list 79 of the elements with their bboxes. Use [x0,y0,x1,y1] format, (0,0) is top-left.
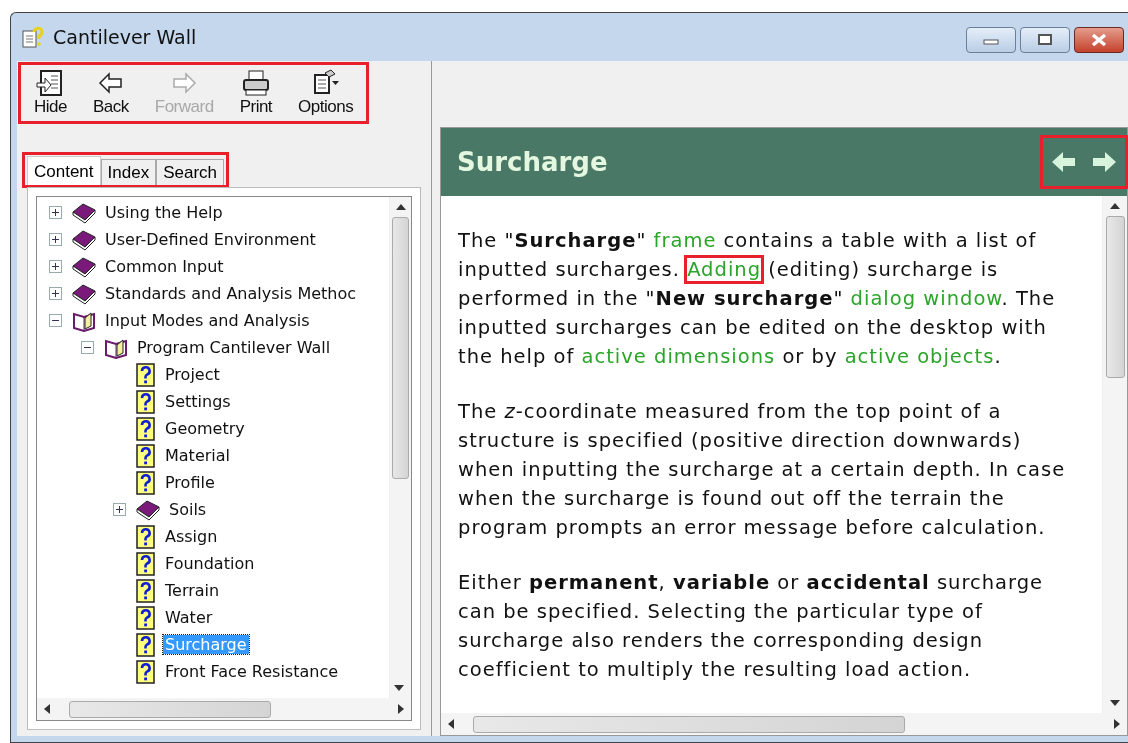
help-page-icon [135,470,157,495]
tree-item[interactable]: Input Modes and Analysis [103,311,312,330]
help-page-icon [135,578,157,603]
print-button[interactable]: Print [230,67,282,119]
scroll-thumb[interactable] [1105,216,1125,378]
vertical-scrollbar[interactable] [389,197,411,698]
help-page-icon [135,551,157,576]
back-button[interactable]: Back [83,67,138,119]
window-title: Cantilever Wall [53,26,197,48]
paragraph: The z-coordinate measured from the top point of a structure is specified (positive direction downwards) when inputting the surcharge at a certain depth. In case when the surcharge is found out off the terrain the program prompts an error message before calculation. [458,399,1067,541]
tree-item[interactable]: Water [163,608,215,627]
maximize-icon [1036,34,1054,46]
paragraph: The "Surcharge" frame contains a table with a list of inputted surcharges. Adding (editing) surcharge is performed in the "New surcharge" dialog window. The inputted surcharges can be edited on the desktop with the help of active dimensions or by active objects. [458,228,1057,370]
expand-icon[interactable] [113,503,126,516]
scroll-down-icon[interactable] [1110,700,1120,706]
tree-item[interactable]: Foundation [163,554,257,573]
tree-item[interactable]: User-Defined Environment [103,230,318,249]
scroll-thumb[interactable] [473,715,905,733]
options-button[interactable]: Options [289,67,363,119]
closed-book-icon [135,498,161,521]
tree-item[interactable]: Geometry [163,419,247,438]
help-page-icon [135,389,157,414]
help-page-icon [135,416,157,441]
tree-item[interactable]: Program Cantilever Wall [135,338,333,357]
tree-item[interactable]: Assign [163,527,220,546]
open-book-icon [71,309,97,332]
help-page-icon [135,524,157,549]
tab[interactable]: Content [27,156,101,187]
help-page-icon [135,362,157,387]
open-book-icon [103,336,129,359]
tree-item[interactable]: Material [163,446,232,465]
minimize-button[interactable] [966,27,1016,53]
tree-item[interactable]: Project [163,365,222,384]
scroll-right-icon[interactable] [398,704,404,714]
help-page-icon [135,659,157,684]
tree-item[interactable]: Using the Help [103,203,225,222]
tab[interactable]: Search [156,159,224,187]
tree-item[interactable]: Common Input [103,257,226,276]
horizontal-scrollbar[interactable] [37,698,411,720]
expand-icon[interactable] [49,206,62,219]
help-page-icon [135,632,157,657]
tree-item[interactable]: Front Face Resistance [163,662,341,681]
tree-item[interactable]: Profile [163,473,217,492]
previous-arrow-icon[interactable] [1051,150,1077,174]
scroll-thumb[interactable] [69,700,271,718]
help-file-icon [21,25,45,49]
scroll-left-icon[interactable] [448,719,454,729]
help-page-icon [135,605,157,630]
help-page-icon [135,443,157,468]
scroll-right-icon[interactable] [1114,719,1120,729]
closed-book-icon [71,282,97,305]
expand-icon[interactable] [49,287,62,300]
close-icon [1090,33,1108,47]
tree-item[interactable]: Settings [163,392,233,411]
paragraph: Either permanent, variable or accidental surcharge can be specified. Selecting the particular type of surcharge also renders the corresponding design coefficient to multiply the resulting load action. [458,570,1045,683]
horizontal-scrollbar[interactable] [441,713,1127,735]
collapse-icon[interactable] [49,314,62,327]
closed-book-icon [71,201,97,224]
closed-book-icon [71,228,97,251]
expand-icon[interactable] [49,233,62,246]
closed-book-icon [71,255,97,278]
expand-icon[interactable] [49,260,62,273]
next-arrow-icon[interactable] [1091,150,1117,174]
vertical-scrollbar[interactable] [1102,196,1127,713]
scroll-left-icon[interactable] [44,704,50,714]
scroll-up-icon[interactable] [1110,203,1120,209]
scroll-down-icon[interactable] [394,685,404,691]
printer-icon [240,69,271,97]
maximize-button[interactable] [1020,27,1070,53]
close-button[interactable] [1074,27,1124,53]
tree-item[interactable]: Standards and Analysis Methoc [103,284,359,303]
scroll-thumb[interactable] [392,217,409,479]
tree-item[interactable]: Soils [167,500,209,519]
tree-item[interactable]: Terrain [163,581,222,600]
hide-button[interactable]: Hide [25,67,76,119]
topic-title: Surcharge [457,147,608,177]
collapse-icon[interactable] [81,341,94,354]
scroll-up-icon[interactable] [395,204,406,210]
tab[interactable]: Index [100,159,157,187]
